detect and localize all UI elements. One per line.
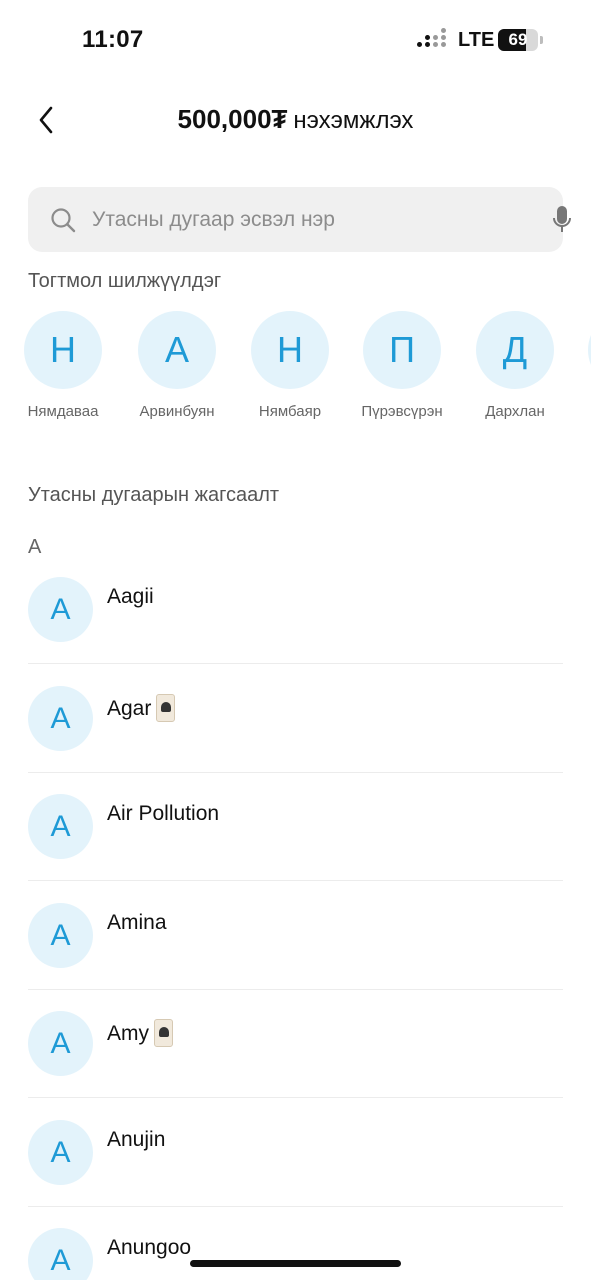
contact-row[interactable]: A Aagii [28, 577, 563, 685]
microphone-icon[interactable] [552, 205, 572, 235]
frequent-contact-name: Нямбаяр [258, 403, 322, 420]
avatar: A [28, 794, 93, 859]
contact-row[interactable]: A Anungoo [28, 1228, 563, 1280]
search-bar[interactable] [28, 187, 571, 252]
divider [28, 772, 563, 773]
frequent-contact-name: Пүрэвсүрэн [361, 403, 443, 420]
frequent-contact[interactable]: Д Дархлан [460, 311, 570, 420]
title-text: нэхэмжлэх [293, 107, 414, 134]
frequent-section-label: Тогтмол шилжүүлдэг [28, 270, 222, 292]
avatar: Н [24, 311, 102, 389]
contact-name: Anujin [107, 1128, 166, 1151]
page-title: 500,000₮ нэхэмжлэх [0, 104, 591, 135]
avatar: A [28, 577, 93, 642]
avatar: A [28, 686, 93, 751]
divider [28, 880, 563, 881]
avatar: Д [476, 311, 554, 389]
avatar: Н [251, 311, 329, 389]
contact-name-wrap: Amy [107, 1019, 173, 1047]
contact-row[interactable]: A Agar [28, 686, 563, 794]
avatar: A [28, 1228, 93, 1280]
divider [28, 1097, 563, 1098]
status-time: 11:07 [82, 26, 144, 53]
contact-row[interactable]: A Amy [28, 1011, 563, 1119]
contact-name-wrap: Agar [107, 694, 176, 722]
contact-name: Air Pollution [107, 802, 220, 825]
battery-tip [540, 36, 543, 44]
frequent-contact-name: Дархлан [485, 403, 545, 420]
frequent-contact-name: Арвинбуян [139, 403, 215, 420]
playing-card-emoji-icon [156, 694, 176, 722]
frequent-contact[interactable]: Н Нямбаяр [235, 311, 345, 420]
contact-name: Anungoo [107, 1236, 192, 1259]
network-label: LTE [458, 29, 495, 51]
divider [28, 989, 563, 990]
home-indicator[interactable] [190, 1260, 401, 1267]
invoice-amount: 500,000₮ [177, 104, 288, 134]
contacts-section-label: Утасны дугаарын жагсаалт [28, 484, 280, 506]
frequent-contact-name: Нямдаваа [27, 403, 99, 420]
frequent-contact[interactable]: П Пүрэвсүрэн [347, 311, 457, 420]
frequent-contact[interactable]: Н Нямдаваа [8, 311, 118, 420]
frequent-contacts: Н Нямдаваа А Арвинбуян Н Нямбаяр П Пүрэв… [0, 311, 591, 431]
letter-header: A [28, 536, 42, 558]
avatar: П [363, 311, 441, 389]
avatar: A [28, 903, 93, 968]
frequent-contact[interactable]: А Арвинбуян [122, 311, 232, 420]
divider [28, 663, 563, 664]
battery-icon: 69 [498, 29, 538, 51]
frequent-contact-partial[interactable] [572, 311, 591, 389]
avatar: A [28, 1011, 93, 1076]
status-bar: 11:07 LTE 69 [0, 0, 591, 80]
contact-name: Agar [107, 697, 152, 720]
signal-icon [417, 28, 449, 50]
contact-row[interactable]: A Air Pollution [28, 794, 563, 902]
contact-name: Amina [107, 911, 167, 934]
battery-level: 69 [508, 30, 528, 49]
avatar: A [28, 1120, 93, 1185]
contact-row[interactable]: A Amina [28, 903, 563, 1011]
search-input[interactable] [92, 187, 502, 252]
contact-name: Aagii [107, 585, 154, 608]
playing-card-emoji-icon [154, 1019, 173, 1047]
avatar: А [138, 311, 216, 389]
divider [28, 1206, 563, 1207]
contact-name: Amy [107, 1022, 149, 1045]
contact-row[interactable]: A Anujin [28, 1120, 563, 1228]
search-icon [51, 208, 76, 233]
